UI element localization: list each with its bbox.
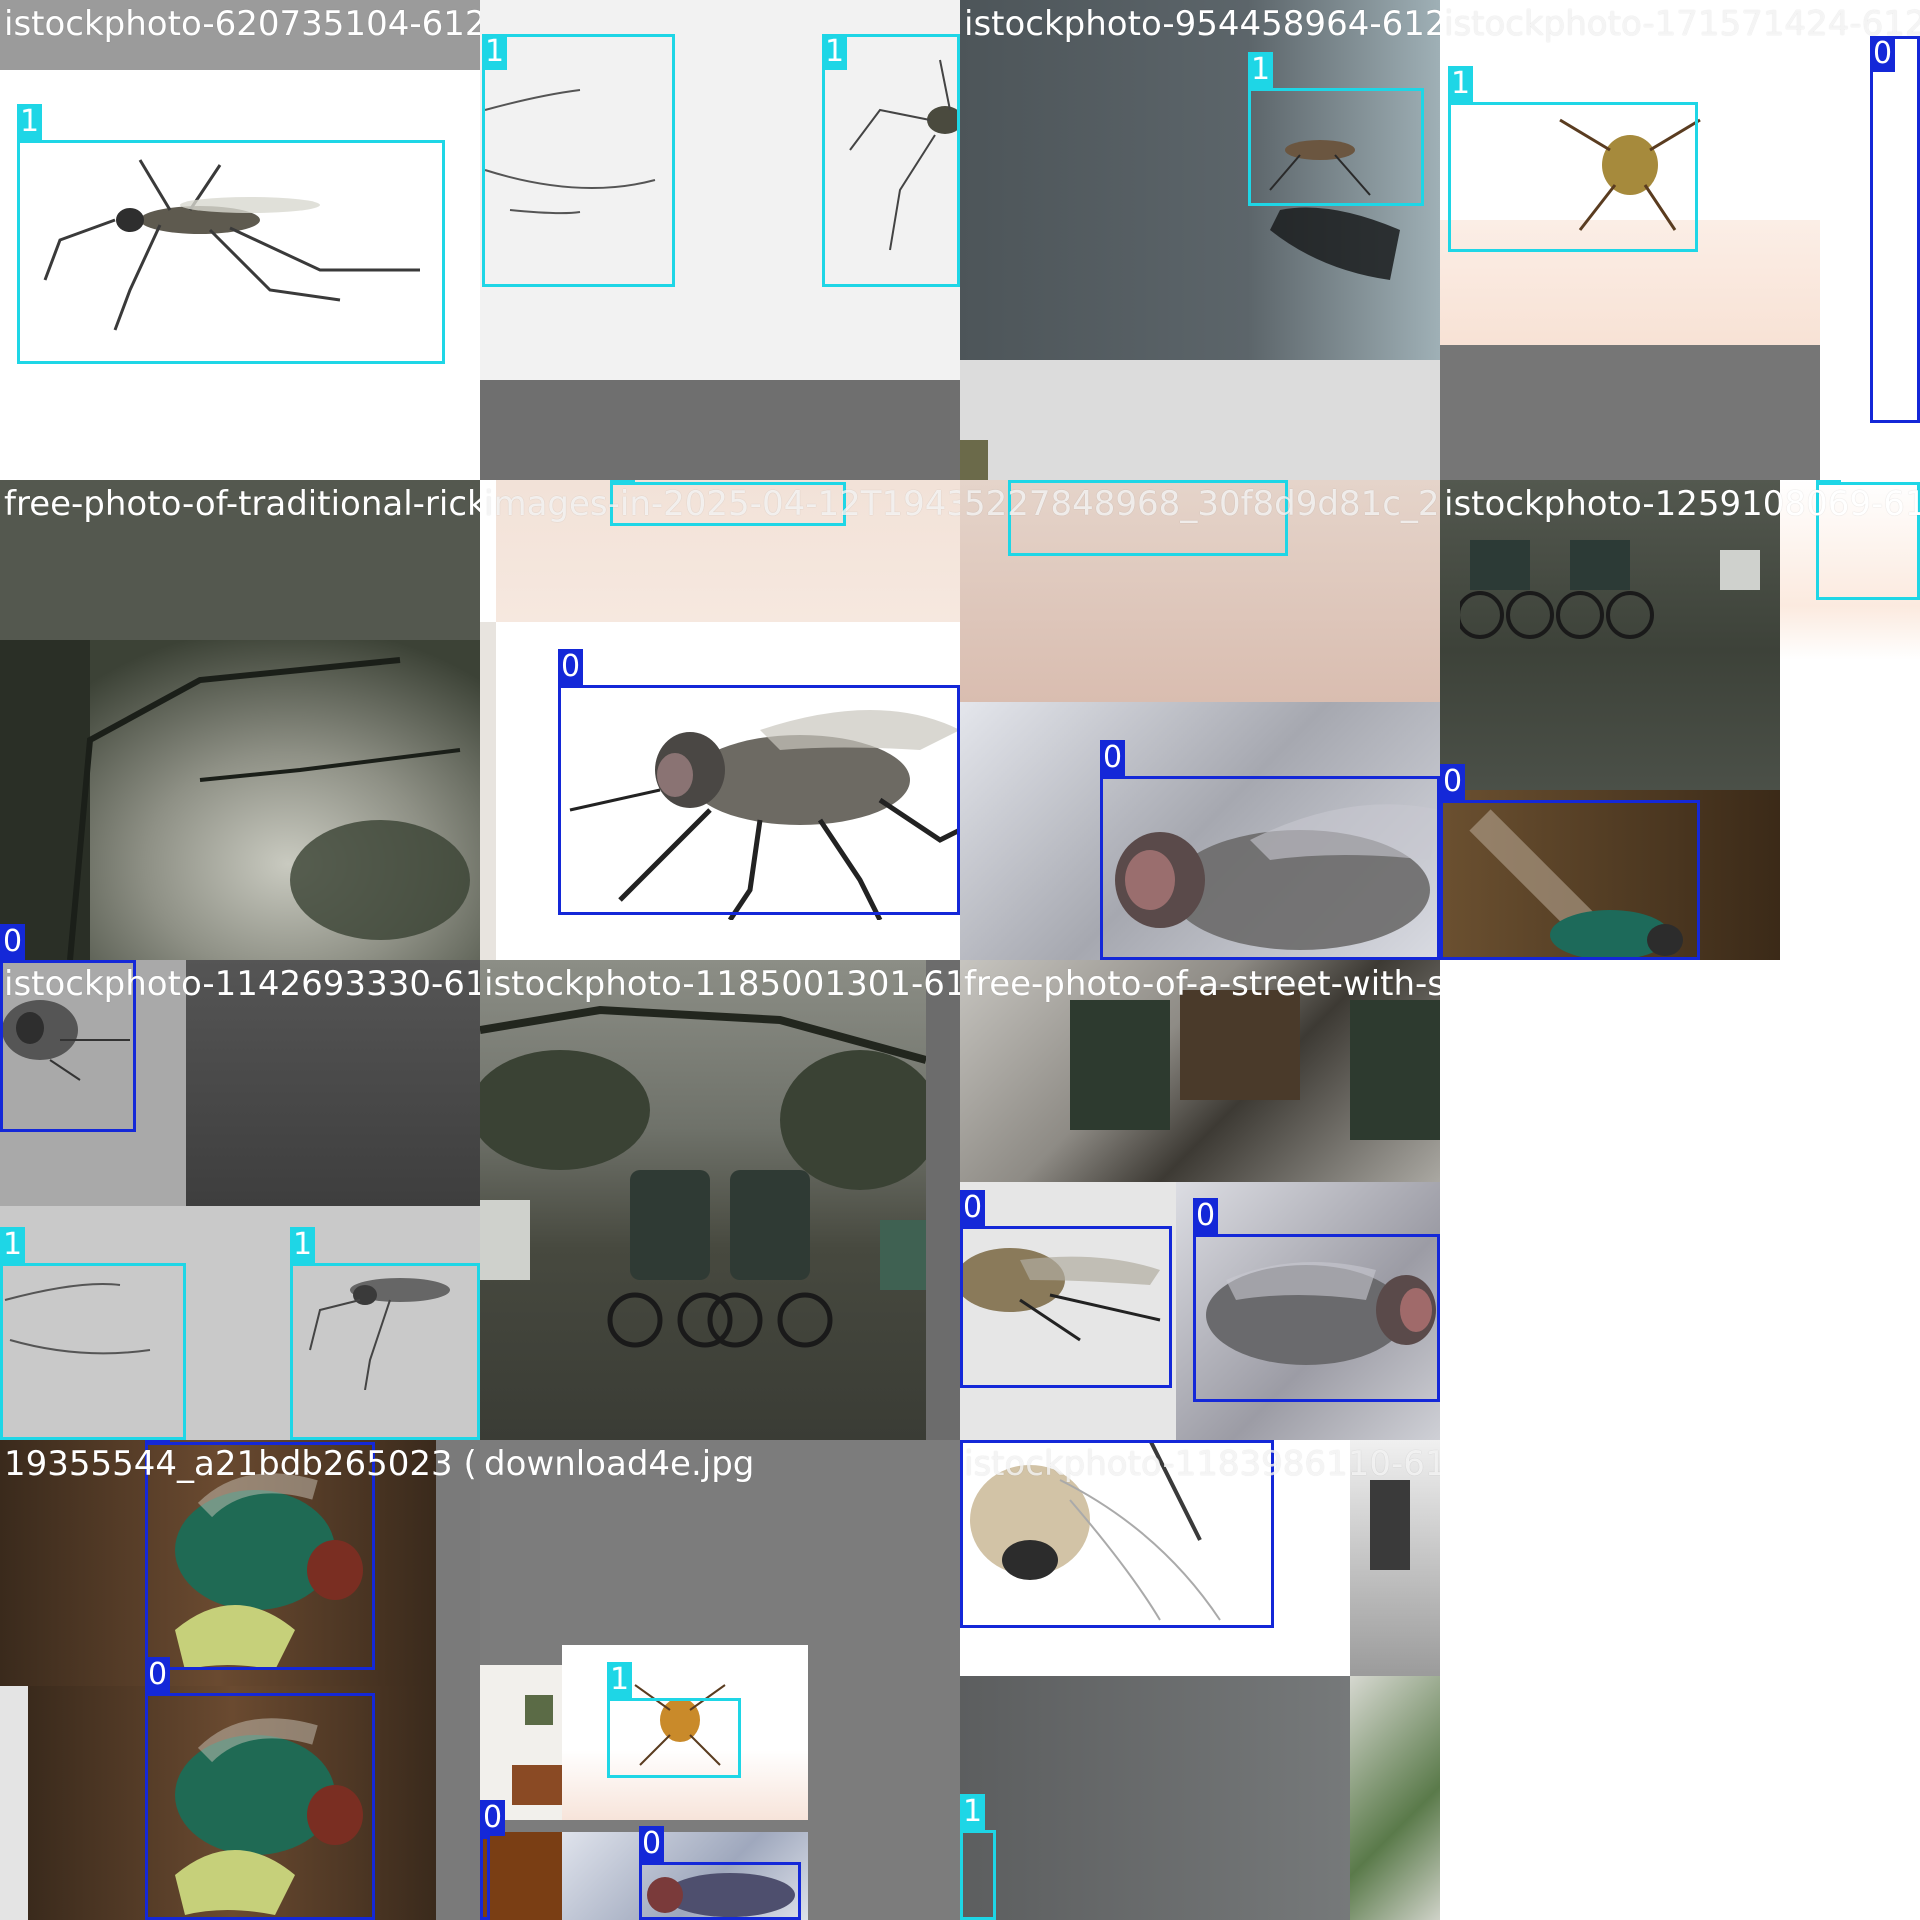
room-plant [1370, 1480, 1410, 1570]
class-0-bounding-box [0, 960, 136, 1132]
class-0-label: 0 [960, 1190, 986, 1226]
class-0-bounding-box [558, 685, 960, 915]
class-0-label: 0 [145, 1657, 171, 1693]
class-1-label: 1 [610, 480, 636, 482]
class-1-bounding-box [607, 1698, 741, 1778]
dark-photo [480, 1832, 562, 1920]
mosaic-tile-shops-flies: 0 0 free-photo-of-a-street-with-shops-an… [960, 960, 1440, 1440]
mosaic-tile-rickshaws-greenfly: 0 1 istockphoto-1259108069-612 [1440, 480, 1920, 960]
gray-photo [960, 1676, 1350, 1920]
mosaic-tile-housefly-closeup: 0 1 5227848968_30f8d9d81c_24s(78).jpg [960, 480, 1440, 960]
class-1-label: 1 [290, 1227, 316, 1263]
street-photo [186, 960, 480, 1206]
mosaic-tile-mosquito-skin: 1 0 istockphoto-171571424-612x612.jpg [1440, 0, 1920, 480]
class-1-bounding-box [1248, 88, 1424, 206]
image-filename: download4e.jpg [484, 1444, 755, 1484]
class-1-bounding-box [1816, 482, 1920, 600]
class-0-label: 0 [1440, 764, 1466, 800]
class-1-label: 1 [1448, 66, 1474, 102]
mosaic-tile-empty [1440, 1440, 1920, 1920]
photo-top [0, 480, 480, 640]
mosaic-tile-greenfly-flower: 0 0 19355544_a21bdb265023 (100).jpg [0, 1440, 480, 1920]
training-batch-mosaic: 1 istockphoto-620735104-612x612.jpg 1 1 [0, 0, 1920, 1920]
class-1-bounding-box [960, 1830, 996, 1920]
class-1-label: 1 [960, 1794, 986, 1830]
class-0-bounding-box [1870, 36, 1920, 423]
class-1-bounding-box [482, 34, 675, 287]
mosaic-tile-rickshaw-trees: 0 free-photo-of-traditional-ricks [0, 480, 480, 960]
gray-padding [480, 380, 960, 480]
class-1-bounding-box [822, 34, 960, 287]
class-0-label: 0 [0, 924, 26, 960]
class-0-label: 0 [1870, 36, 1896, 72]
gray-padding [1440, 345, 1820, 480]
class-0-label: 0 [480, 1800, 506, 1836]
mosaic-tile-gray-mix: 0 1 1 istockphoto-1142693330-612x612.jpg [0, 960, 480, 1440]
street-shops-photo [960, 960, 1440, 1182]
class-0-bounding-box [639, 1862, 801, 1920]
mosaic-tile-fly-abdomen: 0 1 istockphoto-1183986110-612x612.jpg [960, 1440, 1440, 1920]
class-1-label: 1 [482, 34, 508, 70]
street-photo [1440, 480, 1780, 790]
class-0-bounding-box [960, 1440, 1274, 1628]
class-0-bounding-box [145, 1442, 375, 1670]
photo-strip-left [480, 622, 496, 960]
mosaic-tile-empty [1440, 960, 1920, 1440]
class-1-label: 1 [1816, 480, 1842, 482]
class-0-label: 0 [1100, 740, 1126, 776]
class-1-bounding-box [17, 140, 445, 364]
tile-header-strip [0, 0, 480, 70]
class-1-bounding-box [0, 1263, 186, 1440]
class-1-label: 1 [607, 1662, 633, 1698]
photo-left-tree [0, 640, 90, 960]
mosaic-tile-mosquito-white: 1 istockphoto-620735104-612x612.jpg [0, 0, 480, 480]
class-0-bounding-box [480, 1836, 490, 1920]
class-1-label: 1 [0, 1227, 26, 1263]
street-photo [480, 960, 926, 1440]
mosaic-tile-mosquito-legs: 1 1 [480, 0, 960, 480]
class-0-bounding-box [145, 1693, 375, 1920]
class-1-bounding-box [610, 482, 846, 526]
class-1-bounding-box [1008, 480, 1288, 556]
class-0-bounding-box [1100, 776, 1440, 960]
class-0-label: 0 [145, 1440, 171, 1442]
class-1-label: 1 [822, 34, 848, 70]
class-0-label: 0 [1193, 1198, 1219, 1234]
mosaic-tile-gray-insets: 1 0 0 download4e.jpg [480, 1440, 960, 1920]
mosaic-tile-rickshaws-street: istockphoto-1185001301-612x612.jpg [480, 960, 960, 1440]
mosaic-tile-mosquito-glass: 1 istockphoto-954458964-612x612.jpg [960, 0, 1440, 480]
room-plant [525, 1695, 553, 1725]
class-1-label: 1 [17, 104, 43, 140]
mosaic-tile-housefly-white: 0 1 images-in-2025-04-12T194307.253.jpeg [480, 480, 960, 960]
class-0-bounding-box [1193, 1234, 1440, 1402]
class-1-bounding-box [1448, 102, 1698, 252]
class-1-label: 1 [1248, 52, 1274, 88]
green-photo [1350, 1676, 1440, 1920]
class-0-label: 0 [558, 649, 584, 685]
class-0-label: 0 [639, 1826, 665, 1862]
class-0-bounding-box [960, 1226, 1172, 1388]
class-1-bounding-box [290, 1263, 480, 1440]
light-strip [0, 1686, 28, 1920]
class-0-bounding-box [1440, 800, 1700, 960]
room-cabinet [512, 1765, 562, 1805]
photo-strip [960, 440, 988, 480]
